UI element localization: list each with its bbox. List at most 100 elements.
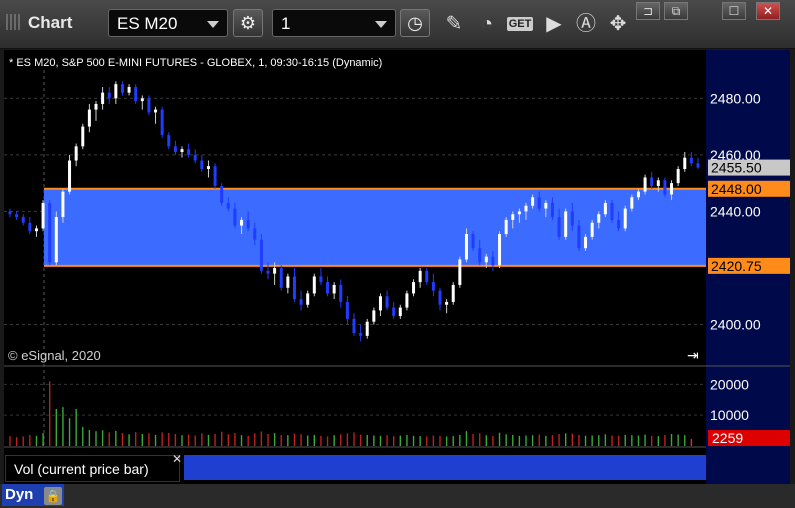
price-tick-label: 2440.00 — [710, 203, 761, 219]
grip-icon[interactable] — [6, 14, 20, 30]
candle-body — [326, 282, 330, 294]
candle-body — [15, 214, 19, 218]
price-tick-label: 2480.00 — [710, 90, 761, 106]
candle — [213, 163, 217, 189]
candle-body — [68, 160, 72, 192]
candle-body — [696, 163, 700, 168]
clock-icon[interactable]: ◷ — [400, 9, 430, 37]
candle-body — [306, 293, 310, 305]
chart-description: * ES M20, S&P 500 E-MINI FUTURES - GLOBE… — [9, 57, 382, 69]
pencil-icon[interactable]: ✎ — [440, 10, 468, 38]
price-tick-label: 2400.00 — [710, 317, 761, 333]
scroll-right-icon[interactable]: ⇥ — [687, 347, 699, 363]
candle-body — [299, 299, 303, 305]
candle-body — [577, 225, 581, 249]
candle-body — [471, 234, 475, 249]
candle-body — [550, 202, 554, 218]
pin-button[interactable]: ⊐ — [636, 2, 660, 20]
candle-body — [54, 217, 58, 263]
candle — [498, 231, 502, 268]
settings-icon[interactable]: ⚙ — [233, 9, 263, 37]
candle-body — [180, 149, 184, 153]
candle — [134, 84, 138, 104]
candle — [451, 282, 455, 305]
cursor-icon[interactable]: ✥ — [604, 10, 632, 38]
candle-body — [412, 282, 416, 294]
price-chart[interactable]: 2480.002460.002440.002400.002455.502448.… — [4, 50, 790, 484]
candle-body — [544, 202, 548, 209]
candle-body — [48, 202, 52, 263]
candle — [564, 208, 568, 240]
price-tag-label: 2420.75 — [711, 258, 762, 274]
candle-body — [286, 276, 290, 288]
interval-dropdown[interactable]: 1 — [272, 9, 396, 37]
close-button[interactable]: ✕ — [756, 2, 780, 20]
candle-body — [213, 166, 217, 186]
candle-body — [365, 321, 369, 336]
candle-body — [28, 222, 32, 232]
candle-body — [418, 270, 422, 283]
symbol-dropdown[interactable]: ES M20 — [108, 9, 228, 37]
candle — [643, 174, 647, 195]
candle-body — [8, 211, 12, 215]
candle-body — [656, 180, 660, 186]
get-icon[interactable]: GET — [506, 10, 534, 38]
candle — [220, 183, 224, 206]
candle-body — [187, 149, 191, 155]
candle-body — [74, 146, 78, 161]
title-bar[interactable]: Chart ES M20 ⚙ 1 ◷ ✎ ◔ GET ▶ Ⓐ ✥ ⊐ ⧉ ☐ ✕ — [0, 0, 795, 49]
candle-body — [200, 160, 204, 169]
maximize-button[interactable]: ☐ — [722, 2, 746, 20]
price-tag-label: 2455.50 — [711, 160, 762, 176]
candle-body — [226, 202, 230, 209]
candle-body — [41, 202, 45, 229]
candle-body — [683, 157, 687, 169]
candle-body — [663, 180, 667, 195]
candle-body — [273, 267, 277, 274]
candle — [676, 166, 680, 186]
candle-body — [385, 296, 389, 308]
candle — [147, 95, 151, 116]
candle-body — [590, 222, 594, 237]
candle-body — [570, 211, 574, 226]
candle-body — [623, 208, 627, 229]
copyright-text: © eSignal, 2020 — [8, 348, 101, 363]
candle-body — [584, 236, 588, 249]
candle-body — [134, 86, 138, 102]
candle-body — [240, 219, 244, 226]
restore-button[interactable]: ⧉ — [664, 2, 688, 20]
candle — [41, 200, 45, 232]
candle-body — [21, 217, 25, 223]
study-icon[interactable]: ◔ — [473, 10, 501, 38]
candle — [81, 123, 85, 150]
window-title-text: Chart — [28, 13, 73, 32]
candle — [471, 231, 475, 252]
candle-body — [445, 301, 449, 305]
close-panel-icon[interactable]: ✕ — [172, 452, 182, 466]
candle-body — [352, 318, 356, 334]
candle-body — [458, 259, 462, 285]
volume-current-label: 2259 — [712, 430, 743, 446]
candle — [405, 290, 409, 311]
candle-body — [266, 270, 270, 274]
chevron-down-icon — [207, 21, 219, 28]
candle-body — [279, 267, 283, 288]
candle-body — [478, 248, 482, 263]
volume-tick-label: 10000 — [710, 407, 749, 423]
candle-body — [61, 191, 65, 218]
candle-body — [511, 214, 515, 220]
candle — [160, 106, 164, 138]
support-resistance-zone[interactable] — [44, 187, 706, 267]
candle-body — [292, 276, 296, 300]
lock-icon[interactable]: 🔒 — [44, 487, 62, 505]
candle-body — [524, 205, 528, 212]
alert-icon[interactable]: Ⓐ — [572, 10, 600, 38]
candle — [590, 219, 594, 240]
candle-body — [378, 296, 382, 311]
candle-body — [107, 92, 111, 99]
price-tag-label: 2448.00 — [711, 181, 762, 197]
bottom-bar — [0, 484, 795, 508]
candle-body — [537, 197, 541, 209]
play-icon[interactable]: ▶ — [540, 10, 568, 38]
candle — [504, 217, 508, 237]
